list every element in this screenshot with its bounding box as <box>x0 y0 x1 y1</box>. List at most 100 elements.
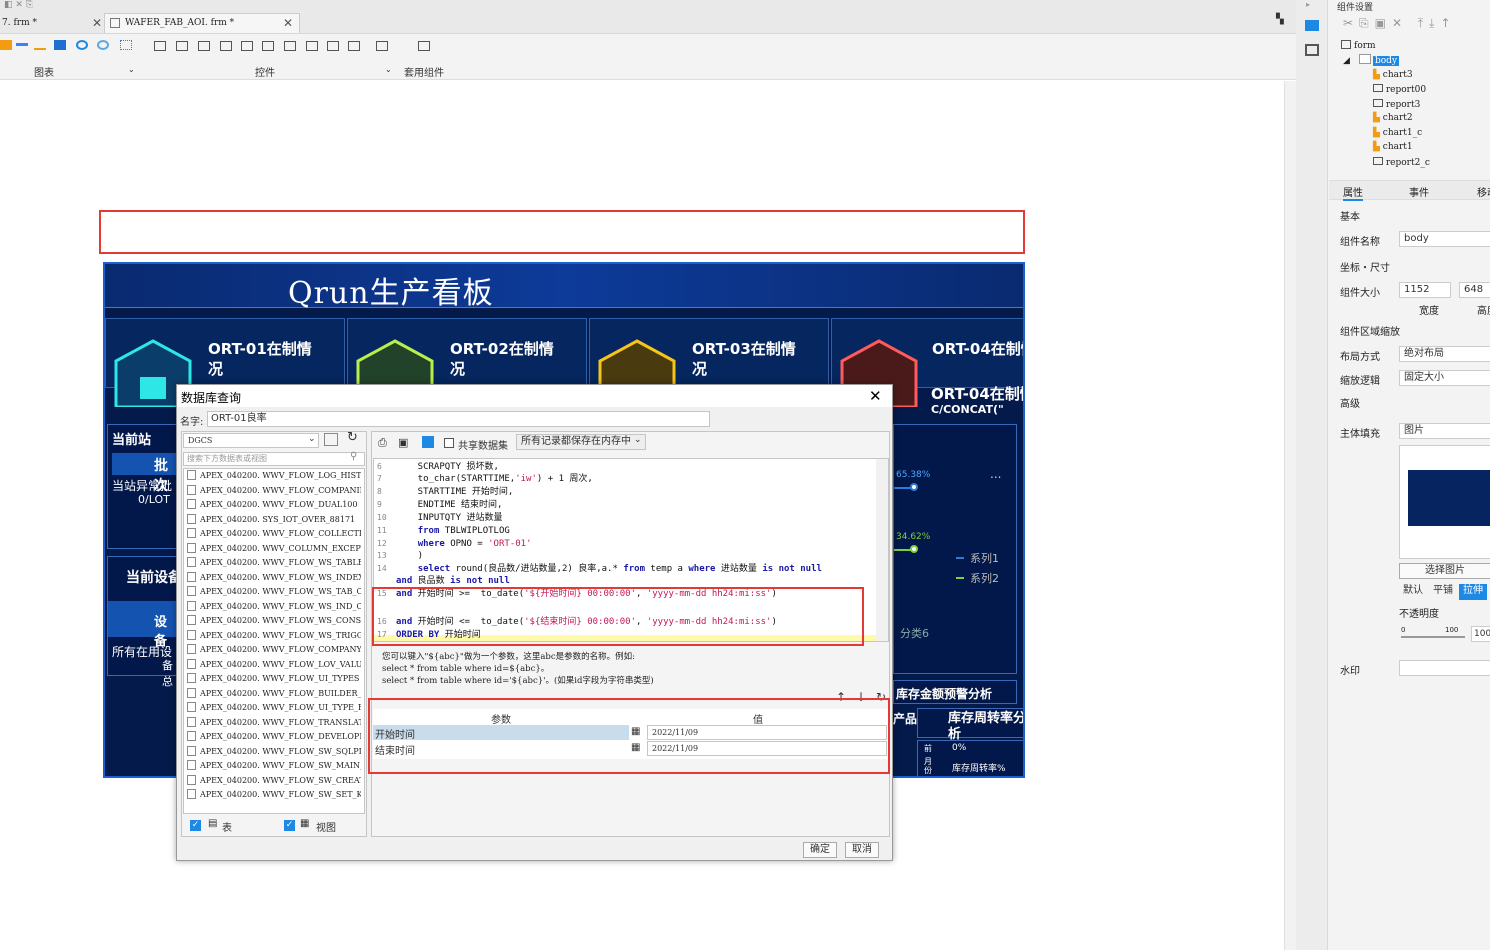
widget-icon[interactable] <box>262 41 274 51</box>
widget-icon[interactable] <box>284 41 296 51</box>
fit-stretch-button[interactable]: 拉伸 <box>1459 584 1487 600</box>
template-icon[interactable] <box>418 41 430 51</box>
settings-icon[interactable] <box>1305 20 1319 31</box>
editor-scrollbar[interactable] <box>876 459 888 641</box>
checkbox-view[interactable]: ✓ <box>284 820 295 831</box>
height-input[interactable]: 648 <box>1459 282 1490 298</box>
fit-default-button[interactable]: 默认 <box>1399 584 1427 600</box>
arrow-icon[interactable]: ▸ <box>1306 0 1310 9</box>
edit-datasource-icon[interactable] <box>324 433 338 446</box>
chevron-down-icon[interactable]: ⌄ <box>385 65 392 74</box>
table-list-item[interactable]: APEX_040200. WWV_FLOW_DEVELOPER_RO <box>187 730 361 745</box>
memory-select[interactable]: 所有记录都保存在内存中 <box>516 434 646 450</box>
pie-chart-icon[interactable] <box>76 40 88 50</box>
table-list-item[interactable]: APEX_040200. WWV_FLOW_COMPANIES <box>187 484 361 499</box>
radar-chart-icon[interactable] <box>97 40 109 50</box>
table-list-item[interactable]: APEX_040200. WWV_FLOW_COLLECTION_M <box>187 527 361 542</box>
table-list-item[interactable]: APEX_040200. WWV_FLOW_BUILDER_FEAT <box>187 687 361 702</box>
widget-icon[interactable] <box>220 41 232 51</box>
tree-item-chart1[interactable]: ▙ chart1 <box>1373 142 1413 152</box>
tab-wafer-fab[interactable]: WAFER_FAB_AOI. frm * ✕ <box>104 13 300 33</box>
checkbox-table[interactable]: ✓ <box>190 820 201 831</box>
opacity-slider[interactable] <box>1401 636 1465 638</box>
table-list-item[interactable]: APEX_040200. WWV_FLOW_UI_TYPES <box>187 672 361 687</box>
chevron-down-icon[interactable]: ⌄ <box>308 434 316 444</box>
datasource-select[interactable]: DGCS <box>183 433 319 448</box>
widget-icon[interactable] <box>327 41 339 51</box>
cancel-button[interactable]: 取消 <box>845 842 879 858</box>
table-chart-icon[interactable] <box>0 40 12 50</box>
name-input[interactable]: body <box>1399 231 1490 247</box>
close-icon[interactable]: ✕ <box>92 14 102 32</box>
share-checkbox[interactable] <box>444 438 454 448</box>
table-list-item[interactable]: APEX_040200. WWV_FLOW_LOV_VALUES <box>187 658 361 673</box>
width-input[interactable]: 1152 <box>1399 282 1451 298</box>
tab-properties[interactable]: 属性 <box>1343 184 1363 201</box>
tree-item-body[interactable]: body <box>1359 54 1400 66</box>
card-ort04[interactable]: ORT-04在制情况 <box>831 318 1023 407</box>
table-list-item[interactable]: APEX_040200. WWV_FLOW_SW_SQLPLUS_C <box>187 745 361 760</box>
close-icon[interactable]: ✕ <box>869 387 882 405</box>
area-chart-icon[interactable] <box>54 40 66 50</box>
widget-icon[interactable] <box>306 41 318 51</box>
ok-button[interactable]: 确定 <box>803 842 837 858</box>
table-search-input[interactable]: 搜索下方数据表或视图 <box>183 452 365 466</box>
widget-icon[interactable] <box>376 41 388 51</box>
table-list-item[interactable]: APEX_040200. WWV_COLUMN_EXCEPTIONS <box>187 542 361 557</box>
refresh-icon[interactable]: ↻ <box>347 430 358 445</box>
choose-image-button[interactable]: 选择图片 <box>1399 563 1490 579</box>
card-ort02[interactable]: ORT-02在制情况 <box>347 318 587 407</box>
fill-select[interactable]: 图片 <box>1399 423 1490 439</box>
fit-tile-button[interactable]: 平铺 <box>1429 584 1457 600</box>
tree-item-form[interactable]: form <box>1341 40 1376 51</box>
more-icon[interactable]: ... <box>990 467 1001 481</box>
table-list-item[interactable]: APEX_040200. WWV_FLOW_SW_SET_KEYWO <box>187 788 361 803</box>
widget-icon[interactable] <box>154 41 166 51</box>
canvas-scrollbar[interactable] <box>1284 81 1296 950</box>
opacity-input[interactable]: 100 <box>1471 626 1490 642</box>
query-name-input[interactable]: ORT-01良率 <box>207 411 710 427</box>
tree-item-chart3[interactable]: ▙ chart3 <box>1373 70 1413 80</box>
tree-item-chart2[interactable]: ▙ chart2 <box>1373 113 1413 123</box>
widget-icon[interactable] <box>176 41 188 51</box>
edit-toolbar[interactable]: ✂⎘▣✕ ⤒⤓↑ <box>1343 16 1457 31</box>
chevron-down-icon[interactable]: ⌄ <box>634 435 642 445</box>
table-list-item[interactable]: APEX_040200. WWV_FLOW_WS_INDEXES <box>187 571 361 586</box>
tab-mobile[interactable]: 移动 <box>1477 184 1490 199</box>
tree-item-report00[interactable]: report00 <box>1373 84 1426 95</box>
scatter-chart-icon[interactable] <box>120 40 132 50</box>
zoom-select[interactable]: 固定大小 <box>1399 370 1490 386</box>
table-list-item[interactable]: APEX_040200. WWV_FLOW_SW_MAIN_KEYW <box>187 759 361 774</box>
table-list-item[interactable]: APEX_040200. SYS_IOT_OVER_88171 <box>187 513 361 528</box>
tab-7-frm[interactable]: 7. frm * <box>2 14 37 32</box>
layout-select[interactable]: 绝对布局 <box>1399 346 1490 362</box>
card-ort03[interactable]: ORT-03在制情况 <box>589 318 829 407</box>
chevron-down-icon[interactable]: ◢ <box>1343 56 1350 66</box>
tree-item-report3[interactable]: report3 <box>1373 99 1420 110</box>
line-chart-icon[interactable] <box>34 40 46 50</box>
pin-icon[interactable]: ▚ <box>1276 14 1284 25</box>
table-list-item[interactable]: APEX_040200. WWV_FLOW_COMPANY_SCHE <box>187 643 361 658</box>
table-list-item[interactable]: APEX_040200. WWV_FLOW_WS_TABLES <box>187 556 361 571</box>
parameter-icon[interactable] <box>422 436 434 448</box>
table-list-item[interactable]: APEX_040200. WWV_FLOW_DUAL100 <box>187 498 361 513</box>
tab-events[interactable]: 事件 <box>1409 184 1429 199</box>
chevron-down-icon[interactable]: ⌄ <box>128 65 135 74</box>
layout-icon[interactable] <box>1305 44 1319 56</box>
table-list-item[interactable]: APEX_040200. WWV_FLOW_WS_CONSTRAIN <box>187 614 361 629</box>
table-list-item[interactable]: APEX_040200. WWV_FLOW_TRANSLATABLE <box>187 716 361 731</box>
widget-icon[interactable] <box>198 41 210 51</box>
bar-chart-icon[interactable] <box>16 43 28 46</box>
search-icon[interactable]: ⚲ <box>350 451 357 462</box>
table-list-item[interactable]: APEX_040200. WWV_FLOW_WS_TAB_COLUM <box>187 585 361 600</box>
table-list-item[interactable]: APEX_040200. WWV_FLOW_SW_CREATE_KE <box>187 774 361 789</box>
widget-icon[interactable] <box>241 41 253 51</box>
close-icon[interactable]: ✕ <box>283 14 293 32</box>
card-ort01[interactable]: ORT-01在制情况 <box>105 318 345 407</box>
tree-item-chart1c[interactable]: ▙ chart1_c <box>1373 128 1422 138</box>
widget-icon[interactable] <box>348 41 360 51</box>
table-list-item[interactable]: APEX_040200. WWV_FLOW_LOG_HISTORY <box>187 469 361 484</box>
table-list-item[interactable]: APEX_040200. WWV_FLOW_WS_TRIGGERS <box>187 629 361 644</box>
watermark-input[interactable] <box>1399 660 1490 676</box>
table-list-item[interactable]: APEX_040200. WWV_FLOW_WS_IND_COLUM <box>187 600 361 615</box>
